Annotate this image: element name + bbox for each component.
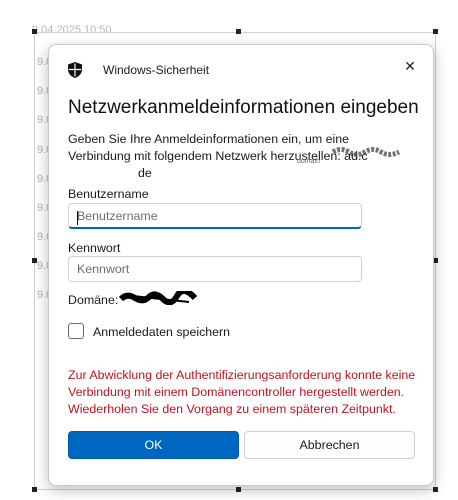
close-button[interactable]: ✕ [399,55,421,77]
app-title: Windows-Sicherheit [103,63,210,77]
password-input[interactable] [68,256,362,282]
resize-handle[interactable] [433,29,438,34]
description-text: Geben Sie Ihre Anmeldeinformationen ein,… [68,132,368,163]
error-message: Zur Abwicklung der Authentifizierungsanf… [68,368,416,416]
username-label: Benutzername [68,187,149,201]
domain-label: Domäne: [68,293,119,307]
close-icon: ✕ [404,57,416,74]
username-input[interactable] [68,203,362,229]
domain-hint: domain [297,158,320,165]
title-bar: Windows-Sicherheit ✕ [49,45,433,91]
remember-label[interactable]: Anmeldedaten speichern [93,325,230,339]
remember-checkbox[interactable] [68,323,84,339]
resize-handle[interactable] [32,487,37,492]
description-suffix: de [138,166,152,180]
resize-handle[interactable] [433,487,438,492]
password-label: Kennwort [68,241,121,255]
cancel-button[interactable]: Abbrechen [244,431,415,459]
credential-dialog: Windows-Sicherheit ✕ Netzwerkanmeldeinfo… [48,44,434,486]
ok-button[interactable]: OK [68,431,239,459]
redaction-mark [119,291,198,305]
redaction-mark [331,147,401,157]
dialog-heading: Netzwerkanmeldeinformationen eingeben [68,97,419,118]
text-caret [77,211,78,225]
resize-handle[interactable] [32,258,37,263]
shield-icon [68,62,82,78]
resize-handle[interactable] [32,29,37,34]
resize-handle[interactable] [236,487,241,492]
resize-handle[interactable] [236,29,241,34]
